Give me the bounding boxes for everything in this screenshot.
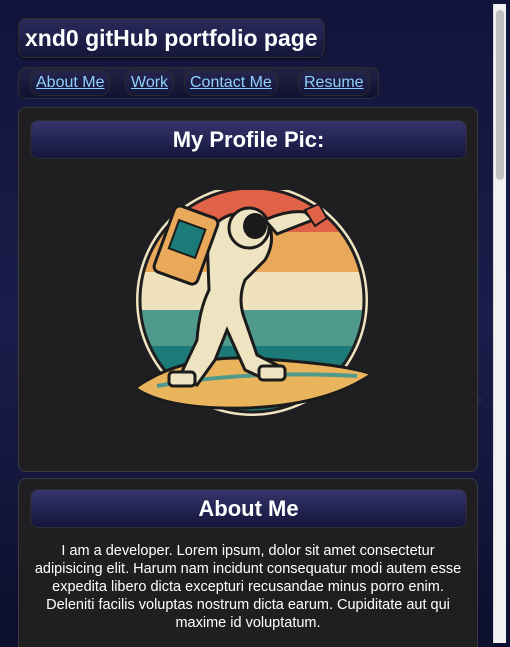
profile-image bbox=[132, 190, 376, 416]
page-title: xnd0 gitHub portfolio page bbox=[18, 18, 325, 58]
scrollbar-thumb[interactable] bbox=[496, 10, 504, 180]
profile-heading: My Profile Pic: bbox=[30, 120, 467, 159]
about-section: About Me I am a developer. Lorem ipsum, … bbox=[18, 478, 478, 647]
vertical-scrollbar[interactable] bbox=[493, 4, 506, 643]
nav-link-contact-me[interactable]: Contact Me bbox=[184, 70, 278, 96]
nav-link-work[interactable]: Work bbox=[125, 70, 175, 96]
nav-link-about-me[interactable]: About Me bbox=[30, 70, 111, 96]
page: xnd0 gitHub portfolio page About Me Work… bbox=[0, 0, 492, 647]
profile-section: My Profile Pic: bbox=[18, 107, 478, 472]
about-text: I am a developer. Lorem ipsum, dolor sit… bbox=[34, 543, 462, 631]
nav-link-resume[interactable]: Resume bbox=[298, 70, 370, 96]
about-heading: About Me bbox=[30, 489, 467, 528]
nav-bar: About Me Work Contact Me Resume bbox=[18, 67, 379, 99]
